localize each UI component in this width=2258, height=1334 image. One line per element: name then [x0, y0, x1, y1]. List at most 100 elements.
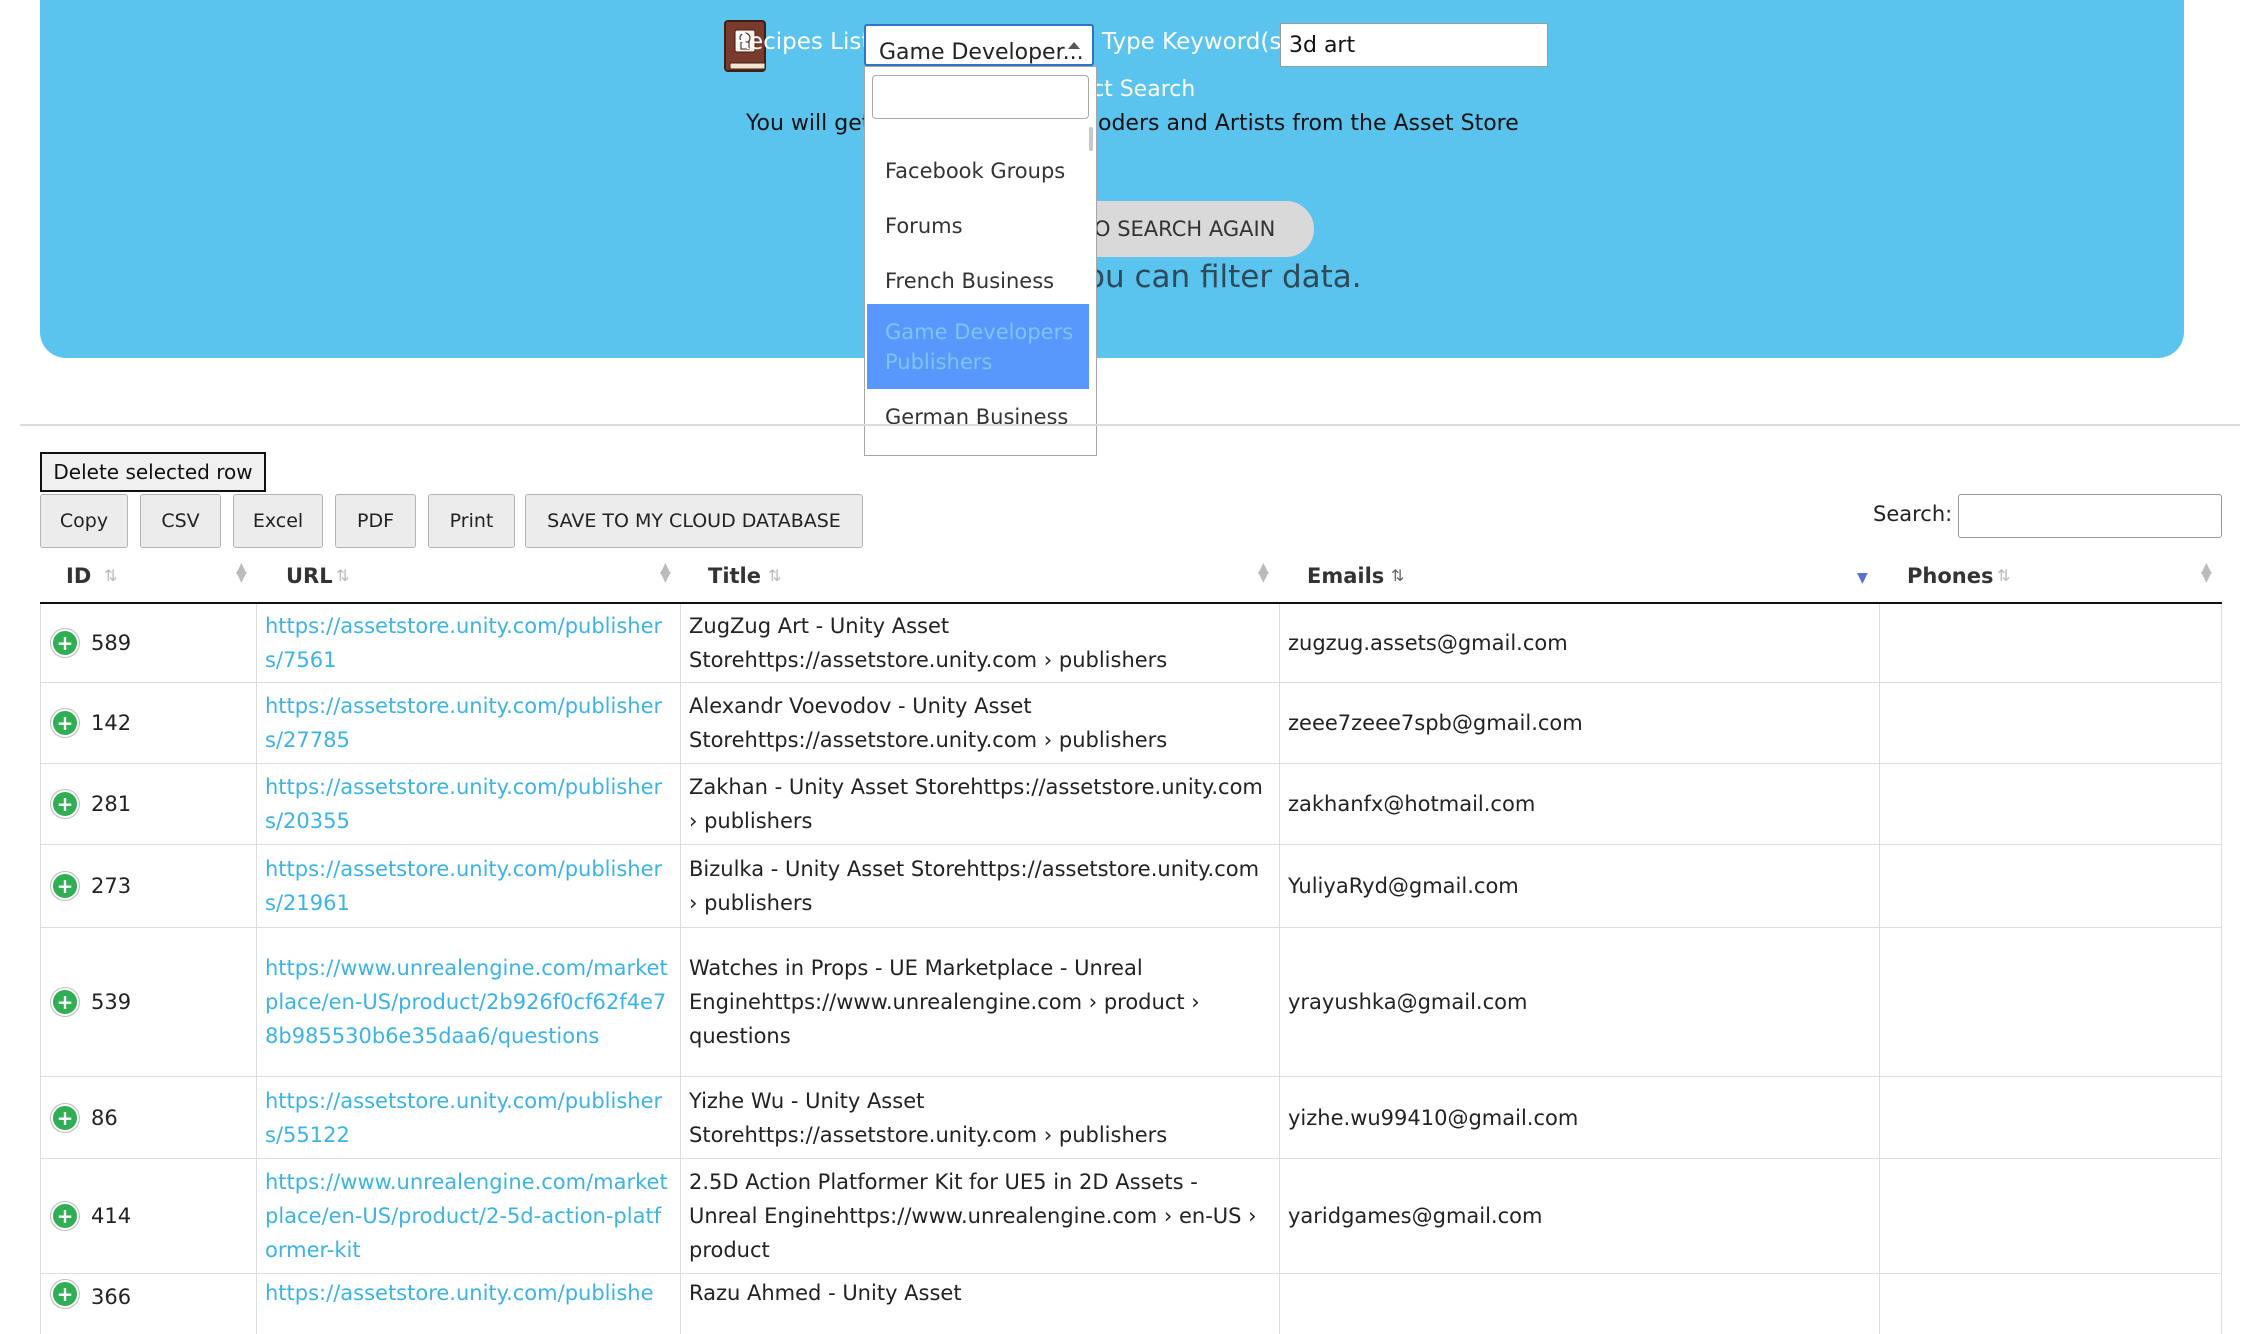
delete-selected-row-button[interactable]: Delete selected row	[40, 452, 266, 492]
keyword-input[interactable]	[1280, 23, 1548, 67]
column-header-title[interactable]: Title ⇅ ▲ ▼	[680, 558, 1279, 602]
id-cell: +366	[40, 1274, 256, 1334]
url-link[interactable]: https://www.unrealengine.com/marketplace…	[256, 1159, 680, 1273]
id-cell: +273	[40, 845, 256, 927]
url-link[interactable]: https://assetstore.unity.com/publishe	[256, 1274, 680, 1334]
save-to-cloud-button[interactable]: SAVE TO MY CLOUD DATABASE	[525, 494, 863, 548]
row-id: 366	[91, 1285, 132, 1309]
sort-arrows-icon: ▲ ▼	[236, 560, 247, 585]
column-header-id[interactable]: ID ⇅ ▲ ▼	[40, 558, 256, 602]
phone-cell	[1879, 1274, 2222, 1334]
sort-icon: ⇅	[1997, 566, 2011, 585]
phone-cell	[1879, 683, 2222, 763]
dropdown-option-game-developers-publishers[interactable]: Game Developers Publishers	[867, 304, 1089, 389]
dropdown-option-facebook-groups[interactable]: Facebook Groups	[867, 143, 1089, 198]
email-cell: zeee7zeee7spb@gmail.com	[1279, 683, 1879, 763]
expand-row-icon[interactable]: +	[51, 629, 79, 657]
table-row[interactable]: +589 https://assetstore.unity.com/publis…	[40, 604, 2222, 683]
table-row[interactable]: +539 https://www.unrealengine.com/market…	[40, 928, 2222, 1077]
row-id: 281	[91, 792, 132, 816]
row-id: 86	[91, 1105, 118, 1130]
column-header-phones[interactable]: Phones ⇅ ▲ ▼	[1879, 558, 2222, 602]
sort-icon: ⇅	[768, 566, 782, 585]
sort-arrows-icon: ▲ ▼	[2201, 560, 2212, 585]
expand-row-icon[interactable]: +	[51, 1280, 79, 1308]
table-row[interactable]: +366 https://assetstore.unity.com/publis…	[40, 1274, 2222, 1334]
expand-row-icon[interactable]: +	[51, 709, 79, 737]
column-header-emails[interactable]: Emails ⇅ ▼	[1279, 558, 1879, 602]
url-link[interactable]: https://assetstore.unity.com/publishers/…	[256, 845, 680, 927]
url-link[interactable]: https://assetstore.unity.com/publishers/…	[256, 1077, 680, 1158]
table-row[interactable]: +273 https://assetstore.unity.com/publis…	[40, 845, 2222, 928]
search-link[interactable]: ct Search	[1092, 77, 1195, 102]
chevron-up-icon	[1068, 42, 1080, 49]
title-cell: ZugZug Art - Unity Asset Storehttps://as…	[680, 604, 1279, 682]
info-text-left: You will get	[746, 111, 871, 136]
table-row[interactable]: +142 https://assetstore.unity.com/publis…	[40, 683, 2222, 764]
row-id: 414	[91, 1204, 132, 1228]
email-cell: yaridgames@gmail.com	[1279, 1159, 1879, 1273]
title-cell: 2.5D Action Platformer Kit for UE5 in 2D…	[680, 1159, 1279, 1273]
dropdown-option-french-business[interactable]: French Business	[867, 253, 1089, 308]
title-cell: Alexandr Voevodov - Unity Asset Storehtt…	[680, 683, 1279, 763]
id-cell: +539	[40, 928, 256, 1076]
id-cell: +86	[40, 1077, 256, 1158]
title-cell: Watches in Props - UE Marketplace - Unre…	[680, 928, 1279, 1076]
url-link[interactable]: https://assetstore.unity.com/publishers/…	[256, 604, 680, 682]
table-search-input[interactable]	[1958, 494, 2222, 538]
recipes-select[interactable]: Game Developer...	[864, 24, 1094, 66]
sort-arrows-icon: ▲ ▼	[1258, 560, 1269, 585]
email-cell: yrayushka@gmail.com	[1279, 928, 1879, 1076]
column-header-url[interactable]: URL ⇅ ▲ ▼	[256, 558, 680, 602]
print-button[interactable]: Print	[428, 494, 515, 548]
title-cell: Yizhe Wu - Unity Asset Storehttps://asse…	[680, 1077, 1279, 1158]
email-cell: YuliyaRyd@gmail.com	[1279, 845, 1879, 927]
sort-icon: ⇅	[336, 566, 350, 585]
recipes-dropdown: Facebook Groups Forums French Business G…	[864, 66, 1097, 456]
expand-row-icon[interactable]: +	[51, 988, 79, 1016]
id-cell: +281	[40, 764, 256, 844]
email-cell	[1279, 1274, 1879, 1334]
divider	[20, 424, 2240, 426]
row-id: 539	[91, 990, 132, 1014]
table-row[interactable]: +281 https://assetstore.unity.com/publis…	[40, 764, 2222, 845]
column-header-id-label: ID	[66, 564, 92, 588]
table-row[interactable]: +86 https://assetstore.unity.com/publish…	[40, 1077, 2222, 1159]
search-again-button[interactable]: O SEARCH AGAIN	[1060, 201, 1314, 257]
url-link[interactable]: https://assetstore.unity.com/publishers/…	[256, 764, 680, 844]
table-header: ID ⇅ ▲ ▼ URL ⇅ ▲ ▼ Title ⇅ ▲ ▼ Emails ⇅ ▼ P…	[40, 558, 2222, 604]
sort-icon: ⇅	[104, 566, 118, 585]
url-link[interactable]: https://assetstore.unity.com/publishers/…	[256, 683, 680, 763]
id-cell: +142	[40, 683, 256, 763]
expand-row-icon[interactable]: +	[51, 790, 79, 818]
dropdown-option-german-business[interactable]: German Business	[867, 389, 1089, 444]
expand-row-icon[interactable]: +	[51, 1103, 79, 1132]
expand-row-icon[interactable]: +	[51, 1202, 79, 1230]
csv-button[interactable]: CSV	[140, 494, 221, 548]
sort-descending-icon: ▼	[1857, 570, 1868, 586]
phone-cell	[1879, 928, 2222, 1076]
keyword-label: Type Keyword(s):	[1102, 29, 1299, 55]
row-id: 273	[91, 874, 132, 898]
url-link[interactable]: https://www.unrealengine.com/marketplace…	[256, 928, 680, 1076]
phone-cell	[1879, 1159, 2222, 1273]
copy-button[interactable]: Copy	[40, 494, 128, 548]
excel-button[interactable]: Excel	[233, 494, 323, 548]
dropdown-option-forums[interactable]: Forums	[867, 198, 1089, 253]
pdf-button[interactable]: PDF	[335, 494, 416, 548]
phone-cell	[1879, 1077, 2222, 1158]
sort-arrows-icon: ▲ ▼	[660, 560, 671, 585]
title-cell: Razu Ahmed - Unity Asset	[680, 1274, 1279, 1334]
title-cell: Zakhan - Unity Asset Storehttps://assets…	[680, 764, 1279, 844]
row-id: 142	[91, 711, 132, 735]
expand-row-icon[interactable]: +	[51, 872, 79, 900]
recipes-list-label: Recipes List:	[734, 29, 879, 55]
dropdown-search-input[interactable]	[872, 75, 1089, 119]
dropdown-scrollbar[interactable]	[1089, 127, 1093, 151]
table-row[interactable]: +414 https://www.unrealengine.com/market…	[40, 1159, 2222, 1274]
email-cell: yizhe.wu99410@gmail.com	[1279, 1077, 1879, 1158]
recipes-select-value: Game Developer...	[879, 40, 1084, 65]
phone-cell	[1879, 764, 2222, 844]
email-cell: zakhanfx@hotmail.com	[1279, 764, 1879, 844]
id-cell: +589	[40, 604, 256, 682]
